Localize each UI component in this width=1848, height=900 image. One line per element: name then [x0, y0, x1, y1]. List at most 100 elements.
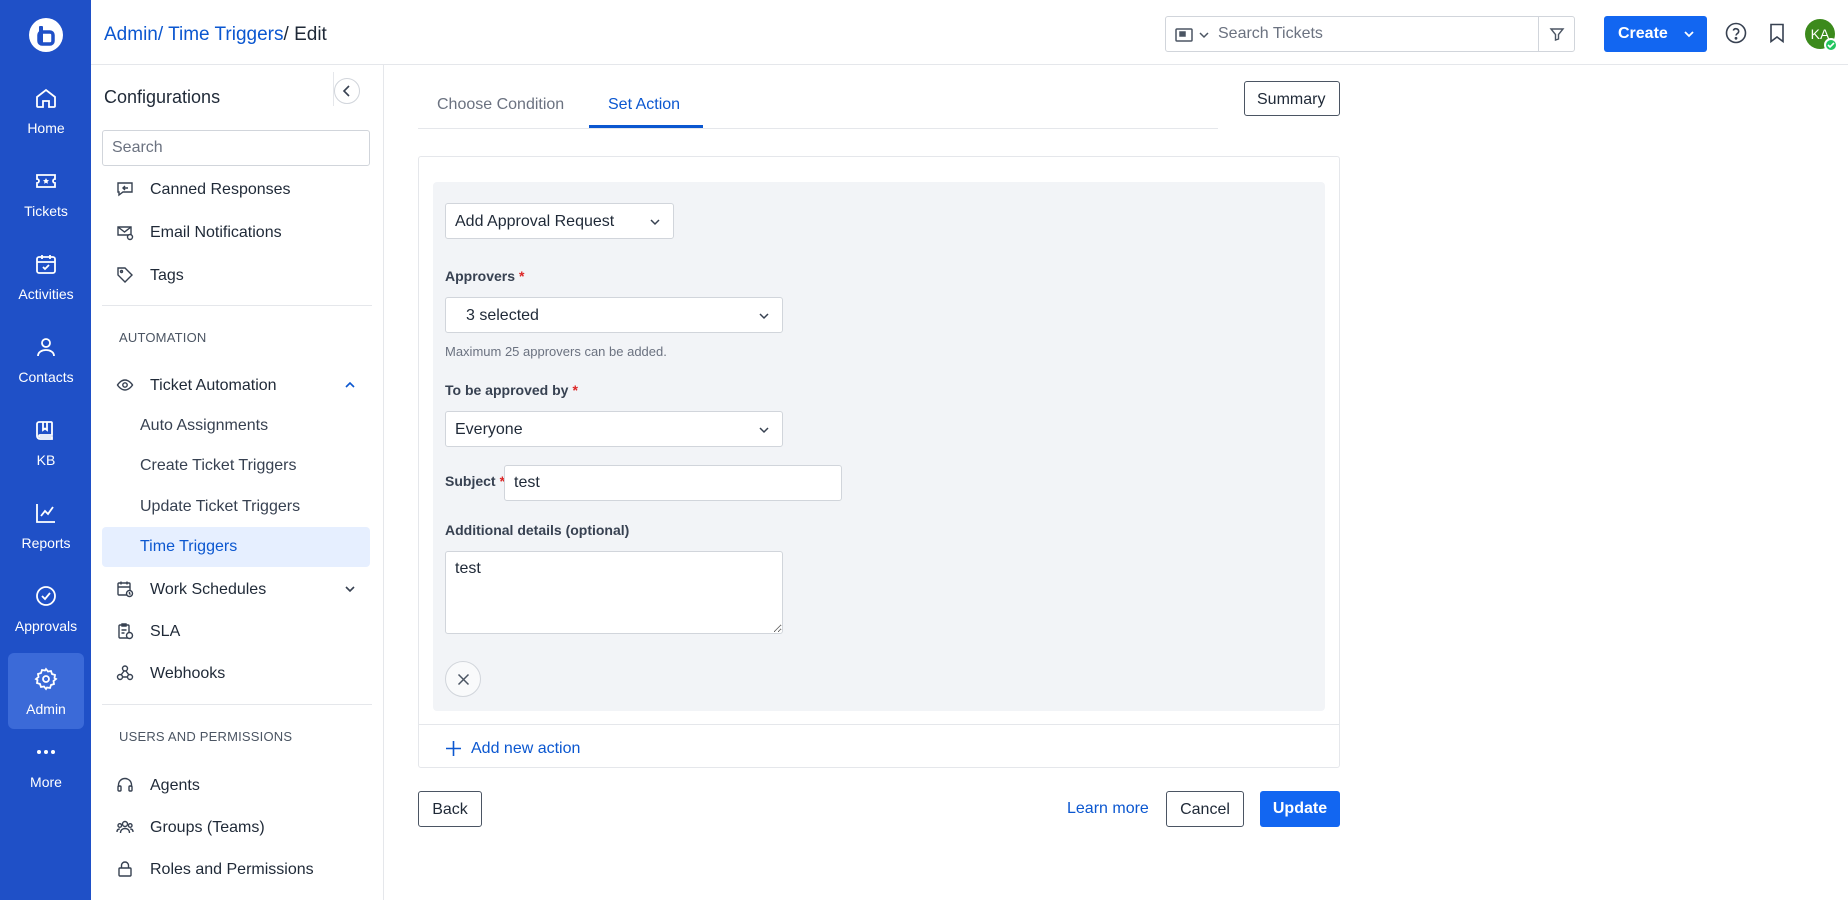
collapse-sidebar-button[interactable] [334, 78, 360, 104]
additional-details-textarea[interactable]: test [445, 551, 783, 634]
breadcrumb-time-triggers[interactable]: Time Triggers [168, 24, 283, 45]
home-icon [36, 88, 56, 108]
section-divider [102, 704, 372, 705]
cfg-item-label: Ticket Automation [150, 377, 277, 394]
left-rail: Home Tickets Activities Contacts KB Repo… [0, 0, 91, 900]
chevron-left-icon [342, 85, 350, 97]
cfg-item-sla[interactable]: SLA [102, 613, 370, 649]
book-icon [36, 421, 53, 440]
cfg-item-canned-responses[interactable]: Canned Responses [102, 171, 370, 207]
section-divider [102, 305, 372, 306]
action-card: Add Approval Request Approvers * 3 select… [418, 156, 1340, 768]
tab-choose-condition[interactable]: Choose Condition [437, 96, 564, 114]
help-icon[interactable] [1725, 22, 1747, 44]
summary-button[interactable]: Summary [1244, 81, 1340, 116]
ticket-type-dropdown-icon[interactable] [1174, 26, 1214, 44]
rail-label: Admin [26, 701, 66, 717]
configurations-title: Configurations [104, 87, 221, 107]
chat-reply-icon [117, 182, 133, 197]
webhook-icon [116, 665, 134, 681]
rail-item-approvals[interactable]: Approvals [8, 570, 84, 646]
action-type-select[interactable]: Add Approval Request [445, 203, 674, 239]
config-search-input[interactable] [102, 130, 370, 166]
cancel-button[interactable]: Cancel [1166, 791, 1244, 827]
approvers-select[interactable]: 3 selected [445, 297, 783, 333]
main-content: Choose Condition Set Action Summary Add … [384, 65, 1848, 900]
search-filter-button[interactable] [1538, 17, 1574, 51]
lock-icon [118, 861, 132, 877]
users-permissions-heading: USERS AND PERMISSIONS [119, 729, 293, 744]
cfg-item-agents[interactable]: Agents [102, 767, 370, 803]
gear-icon [34, 667, 58, 691]
rail-item-kb[interactable]: KB [8, 404, 84, 480]
sidebar-item-update-ticket-triggers[interactable]: Update Ticket Triggers [102, 487, 370, 527]
chevron-down-icon [759, 427, 769, 434]
remove-action-button[interactable] [445, 661, 481, 697]
rail-item-contacts[interactable]: Contacts [8, 321, 84, 397]
ticket-search-input[interactable] [1218, 19, 1518, 49]
cfg-item-email-notifications[interactable]: Email Notifications [102, 214, 370, 250]
cfg-item-label: Tags [150, 267, 184, 284]
rail-item-admin[interactable]: Admin [8, 653, 84, 729]
card-divider [419, 724, 1339, 725]
breadcrumb-admin[interactable]: Admin [104, 24, 158, 45]
headset-icon [117, 777, 133, 792]
approvers-label: Approvers * [445, 268, 525, 284]
add-new-action-label: Add new action [471, 740, 581, 757]
cfg-item-label: Webhooks [150, 665, 226, 682]
person-icon [37, 338, 55, 357]
create-button[interactable]: Create [1604, 16, 1707, 52]
chevron-down-icon [759, 313, 769, 320]
ticket-icon [36, 174, 56, 188]
cfg-item-work-schedules[interactable]: Work Schedules [102, 571, 370, 607]
cfg-item-groups[interactable]: Groups (Teams) [102, 809, 370, 845]
rail-item-more[interactable]: More [8, 736, 84, 796]
cfg-item-label: Groups (Teams) [150, 819, 265, 836]
sla-clipboard-icon [118, 623, 134, 640]
automation-heading: AUTOMATION [119, 330, 207, 345]
cfg-item-ticket-automation[interactable]: Ticket Automation [102, 367, 370, 403]
ticket-search-box [1165, 16, 1575, 52]
back-button[interactable]: Back [418, 791, 482, 827]
tag-icon [117, 267, 133, 283]
tab-set-action[interactable]: Set Action [608, 96, 680, 114]
rail-label: Approvals [14, 618, 78, 634]
chevron-down-icon [650, 219, 660, 226]
cfg-item-label: Canned Responses [150, 181, 291, 198]
automation-eye-icon [116, 379, 134, 391]
rail-item-reports[interactable]: Reports [8, 487, 84, 563]
back-button-label: Back [432, 801, 468, 818]
rail-item-tickets[interactable]: Tickets [8, 155, 84, 231]
group-icon [116, 820, 134, 834]
bookmark-icon[interactable] [1766, 22, 1788, 44]
sidebar-item-time-triggers[interactable]: Time Triggers [102, 527, 370, 567]
cancel-button-label: Cancel [1180, 801, 1230, 818]
sidebar-item-create-ticket-triggers[interactable]: Create Ticket Triggers [102, 446, 370, 486]
subject-input[interactable] [504, 465, 842, 501]
rail-label: Tickets [24, 203, 68, 219]
update-button[interactable]: Update [1260, 791, 1340, 827]
cfg-item-label: Agents [150, 777, 200, 794]
subject-label: Subject * [445, 473, 506, 489]
configurations-sidebar: Configurations Canned Responses Email No… [91, 65, 384, 900]
cfg-item-roles-permissions[interactable]: Roles and Permissions [102, 851, 370, 887]
cfg-item-label: Work Schedules [150, 581, 267, 598]
rail-item-home[interactable]: Home [8, 72, 84, 148]
approval-action-panel: Add Approval Request Approvers * 3 select… [433, 182, 1325, 711]
required-asterisk: * [519, 268, 525, 284]
app-logo-icon[interactable] [28, 17, 64, 53]
cfg-item-label: SLA [150, 623, 181, 640]
filter-icon [1549, 28, 1565, 41]
action-type-value: Add Approval Request [455, 213, 615, 230]
sidebar-item-auto-assignments[interactable]: Auto Assignments [102, 406, 370, 446]
cfg-item-webhooks[interactable]: Webhooks [102, 655, 370, 691]
summary-button-label: Summary [1257, 91, 1326, 108]
learn-more-link[interactable]: Learn more [1067, 800, 1149, 818]
tab-bar: Choose Condition Set Action [418, 65, 1218, 129]
cfg-item-tags[interactable]: Tags [102, 257, 370, 293]
required-asterisk: * [572, 382, 578, 398]
rail-item-activities[interactable]: Activities [8, 238, 84, 314]
email-bell-icon [117, 226, 134, 241]
approved-by-label: To be approved by * [445, 382, 578, 398]
approved-by-select[interactable]: Everyone [445, 411, 783, 447]
